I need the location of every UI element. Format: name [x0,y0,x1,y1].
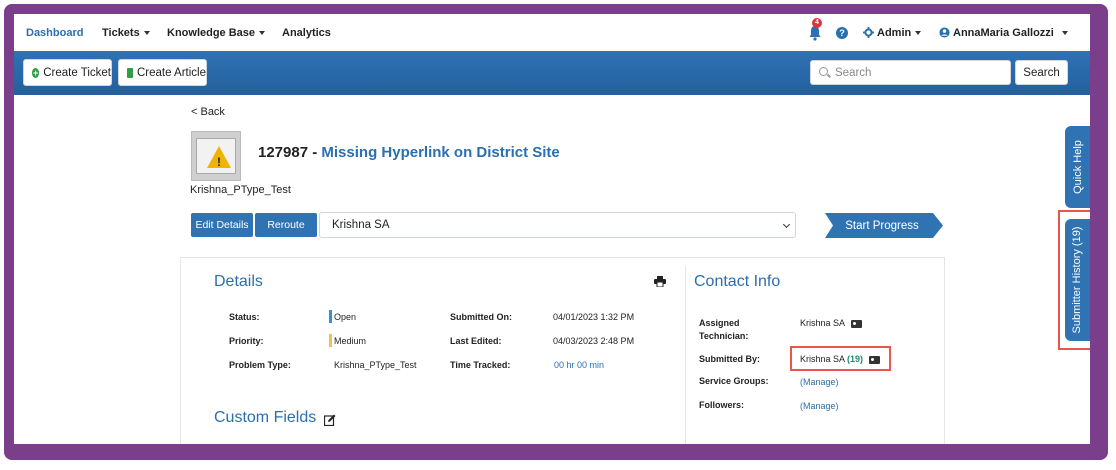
chevron-down-icon [915,30,922,35]
followers-label: Followers: [699,400,745,410]
priority-value: Medium [334,336,367,346]
start-progress-button[interactable]: Start Progress [825,213,945,238]
quick-help-tab[interactable]: Quick Help [1065,126,1090,208]
notification-badge: 4 [812,18,822,28]
service-groups-label: Service Groups: [699,376,769,386]
create-article-button[interactable]: Create Article [118,59,207,86]
top-nav: Dashboard Tickets Knowledge Base Analyti… [14,14,1090,51]
submitted-on-value: 04/01/2023 1:32 PM [553,312,635,322]
requester-name: Krishna_PType_Test [190,184,291,196]
details-title: Details [214,273,263,290]
search-icon [819,67,828,76]
custom-fields-title: Custom Fields [214,409,317,426]
last-edited-value: 04/03/2023 2:48 PM [553,336,635,346]
contact-card-icon[interactable] [851,319,863,328]
submitted-on-label: Submitted On: [450,312,512,322]
chevron-down-icon [143,30,150,35]
chevron-down-icon [1061,30,1068,35]
assigned-technician-label: Assigned Technician: [699,318,749,341]
nav-knowledge-base[interactable]: Knowledge Base [167,14,266,51]
last-edited-label: Last Edited: [450,336,502,346]
nav-tickets[interactable]: Tickets [102,14,150,51]
chevron-down-icon [782,220,791,229]
help-icon[interactable]: ? [836,27,848,39]
nav-analytics[interactable]: Analytics [282,14,331,51]
highlight-box-submitted-by [790,346,891,371]
panel-divider [685,266,686,444]
add-document-icon [127,67,133,78]
toolbar: + Create Ticket Create Article Search [14,51,1090,95]
highlight-box-submitter-history [1058,210,1090,350]
reroute-button[interactable]: Reroute [255,213,317,237]
search-input[interactable] [810,60,1011,85]
status-indicator [329,310,332,323]
print-icon[interactable] [654,276,666,287]
service-groups-manage-link[interactable]: (Manage) [800,377,839,387]
user-menu[interactable]: AnnaMaria Gallozzi [939,14,1068,51]
chevron-down-icon [259,30,266,35]
search-button[interactable]: Search [1015,60,1068,85]
priority-indicator [329,334,332,347]
time-tracked-label: Time Tracked: [450,360,511,370]
assignee-select[interactable]: Krishna SA [319,212,796,238]
edit-details-button[interactable]: Edit Details [191,213,253,237]
followers-manage-link[interactable]: (Manage) [800,401,839,411]
problem-type-value: Krishna_PType_Test [334,360,417,370]
app-window: Dashboard Tickets Knowledge Base Analyti… [14,14,1090,444]
admin-menu[interactable]: Admin [863,14,922,51]
ticket-thumbnail: ! [191,131,241,181]
plus-circle-icon: + [32,67,40,78]
ticket-number: 127987 - [258,144,322,161]
gear-icon [863,27,874,38]
priority-label: Priority: [229,336,264,346]
back-link[interactable]: < Back [191,106,225,118]
create-ticket-button[interactable]: + Create Ticket [23,59,112,86]
assigned-technician-value: Krishna SA [800,318,863,328]
time-tracked-value[interactable]: 00 hr 00 min [554,360,604,370]
ticket-title: 127987 - Missing Hyperlink on District S… [258,144,560,161]
edit-icon[interactable] [324,414,336,426]
submitted-by-label: Submitted By: [699,354,761,364]
contact-info-title: Contact Info [694,273,781,290]
status-value: Open [334,312,357,322]
nav-dashboard[interactable]: Dashboard [26,14,83,51]
status-label: Status: [229,312,260,322]
ticket-subject: Missing Hyperlink on District Site [321,144,560,161]
problem-type-label: Problem Type: [229,360,291,370]
user-icon [939,27,950,38]
